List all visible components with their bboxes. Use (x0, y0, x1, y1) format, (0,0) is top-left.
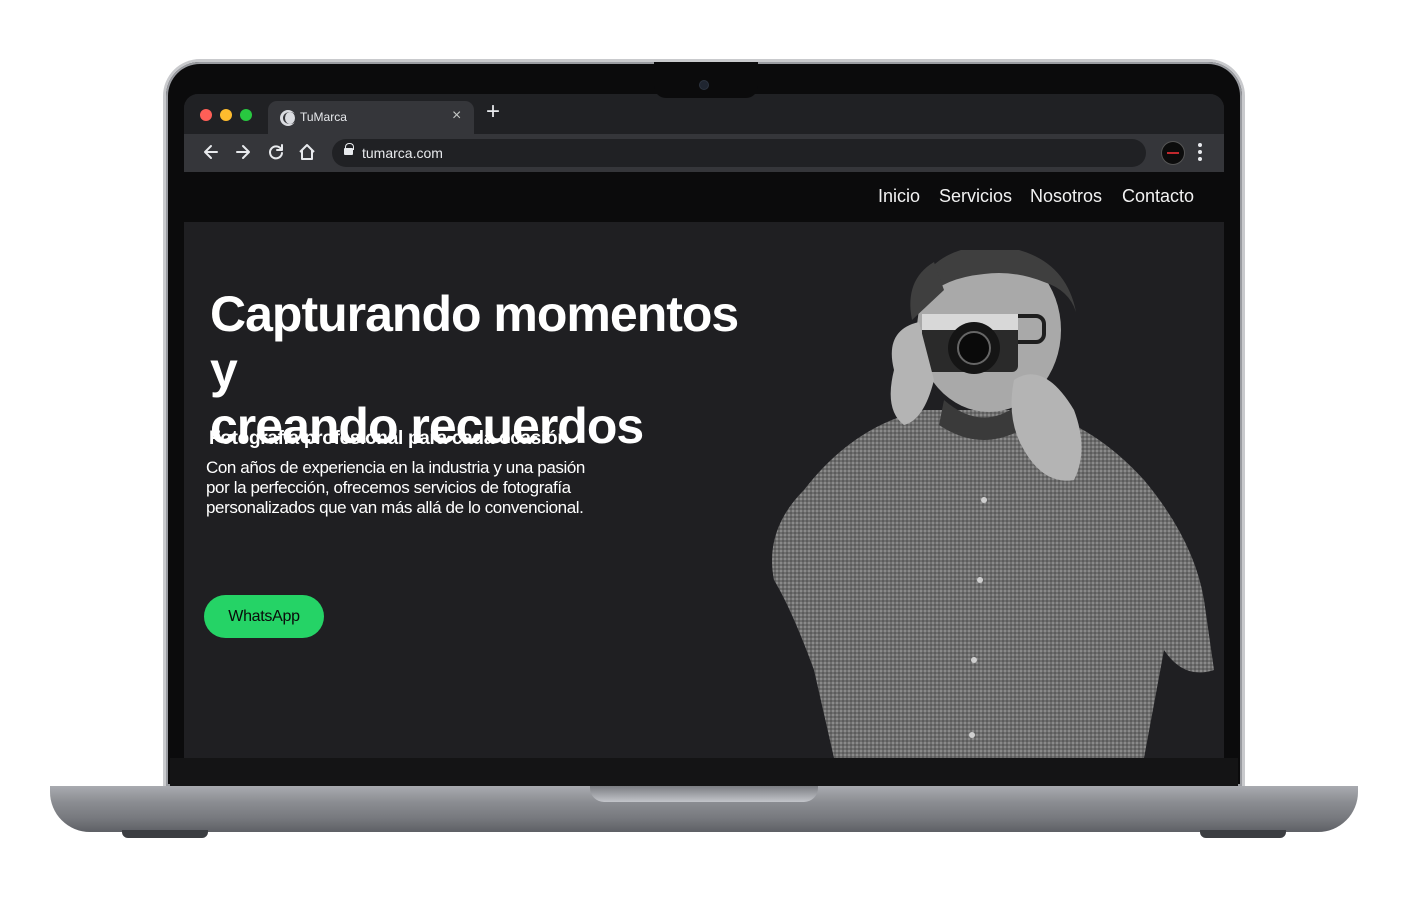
webcam (700, 81, 708, 89)
close-icon[interactable]: × (452, 107, 461, 125)
profile-avatar[interactable] (1162, 142, 1184, 164)
browser-tab-bar: TuMarca × + (184, 94, 1224, 134)
nav-link-nosotros[interactable]: Nosotros (1030, 186, 1102, 207)
plus-icon[interactable]: + (486, 100, 500, 124)
laptop-screen: TuMarca × + tumarca.com Inicio Servicios… (184, 94, 1224, 758)
laptop-foot-left (122, 830, 208, 838)
lock-icon (344, 143, 354, 155)
laptop-notch (654, 62, 758, 98)
forward-arrow-icon[interactable] (234, 140, 252, 164)
window-maximize-button[interactable] (240, 109, 252, 121)
more-vert-icon[interactable] (1197, 143, 1203, 163)
hero-description: Con años de experiencia en la industria … (206, 458, 585, 517)
reload-icon[interactable] (267, 140, 285, 164)
hero-subtitle: Fotografía profesional para cada ocasión (209, 428, 569, 449)
nav-link-contacto[interactable]: Contacto (1122, 186, 1194, 207)
hero-title-line-1: Capturando momentos y (210, 286, 739, 398)
laptop-chin (170, 758, 1238, 788)
globe-icon (280, 110, 297, 126)
whatsapp-button[interactable]: WhatsApp (204, 595, 324, 638)
photographer-image (772, 250, 1214, 758)
url-text: tumarca.com (362, 145, 443, 161)
site-navbar: Inicio Servicios Nosotros Contacto (184, 172, 1224, 222)
window-minimize-button[interactable] (220, 109, 232, 121)
website: Inicio Servicios Nosotros Contacto Captu… (184, 172, 1224, 758)
tab-title: TuMarca (300, 110, 347, 124)
browser-toolbar: tumarca.com (184, 134, 1224, 172)
laptop-opening-notch (590, 786, 818, 802)
window-close-button[interactable] (200, 109, 212, 121)
back-arrow-icon[interactable] (202, 140, 220, 164)
laptop-mockup: TuMarca × + tumarca.com Inicio Servicios… (0, 0, 1407, 923)
laptop-foot-right (1200, 830, 1286, 838)
home-icon[interactable] (298, 140, 316, 164)
nav-link-servicios[interactable]: Servicios (939, 186, 1012, 207)
browser-tab[interactable]: TuMarca × (268, 101, 474, 134)
nav-link-inicio[interactable]: Inicio (878, 186, 920, 207)
address-bar[interactable]: tumarca.com (332, 139, 1146, 167)
